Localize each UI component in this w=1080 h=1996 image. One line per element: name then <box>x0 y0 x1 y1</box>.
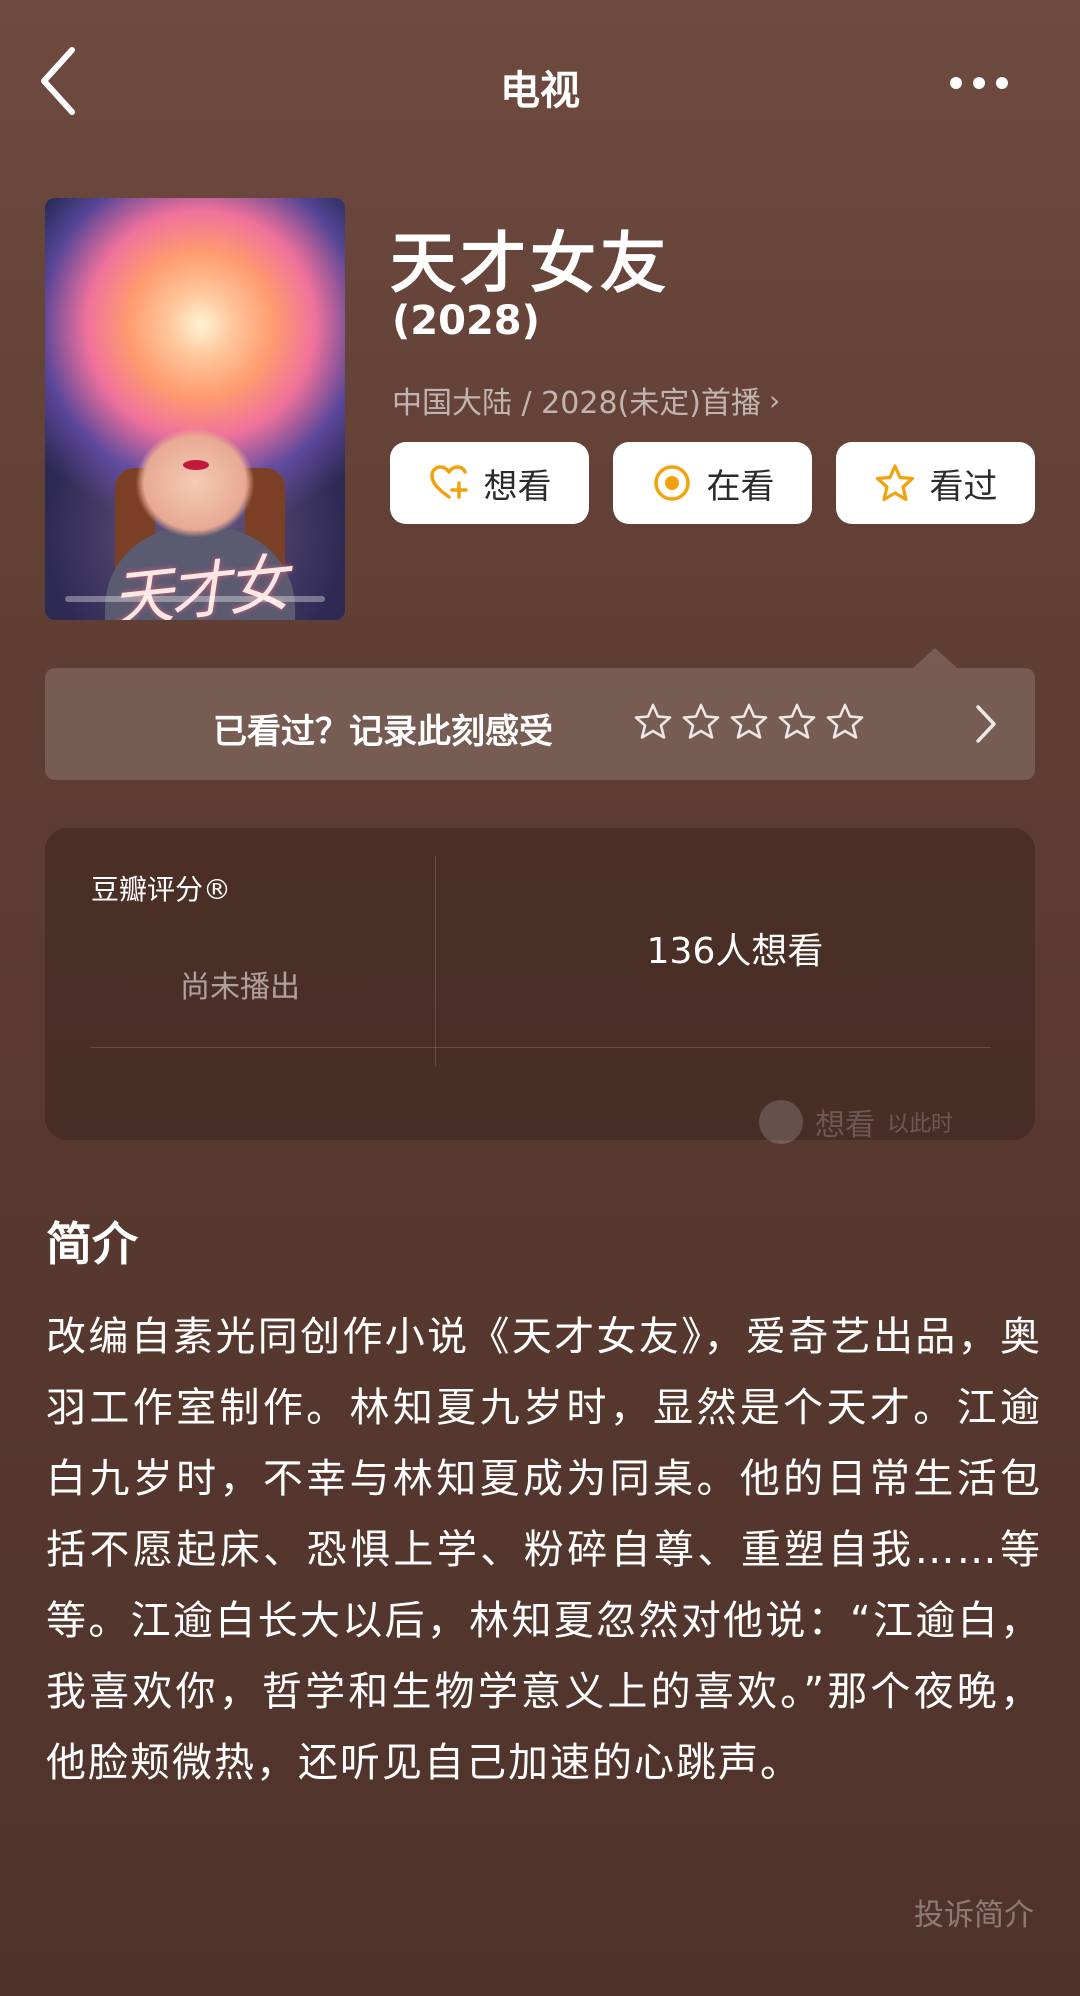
divider <box>91 1047 991 1048</box>
poster-image[interactable]: 天才女友 <box>45 198 345 620</box>
want-to-watch-label: 想看 <box>483 466 552 507</box>
record-bar-pointer <box>913 648 957 668</box>
rating-card: 豆瓣评分® 尚未播出 136人想看 想看 以此时 <box>45 828 1035 1144</box>
record-feeling-text: 已看过？记录此刻感受 <box>213 712 553 752</box>
friends-want-row[interactable]: 想看 以此时 <box>759 1100 953 1144</box>
action-buttons: 想看 在看 看过 <box>390 442 1035 524</box>
heart-plus-icon <box>429 465 468 499</box>
douban-rating-label: 豆瓣评分® <box>91 873 232 906</box>
poster-lips <box>183 460 209 470</box>
more-button[interactable] <box>950 68 1020 98</box>
page-title: 电视 <box>500 68 580 114</box>
star-outline-icon[interactable] <box>729 702 769 742</box>
friends-want-text: 想看 <box>815 1108 875 1143</box>
target-circle-icon <box>653 465 690 501</box>
star-icon <box>875 464 914 502</box>
more-dots-icon <box>973 77 985 89</box>
record-feeling-bar[interactable]: 已看过？记录此刻感受 <box>45 668 1035 780</box>
star-outline-icon[interactable] <box>633 702 673 742</box>
want-count[interactable]: 136人想看 <box>435 922 1035 974</box>
avatar <box>759 1100 803 1144</box>
watching-label: 在看 <box>706 466 775 507</box>
more-dots-icon <box>950 77 962 89</box>
show-title: 天才女友 <box>390 225 670 302</box>
friends-want-sub: 以此时 <box>887 1112 954 1137</box>
top-bar: 电视 <box>0 0 1080 165</box>
show-meta-link[interactable]: 中国大陆 / 2028(未定)首播 › <box>392 378 780 422</box>
synopsis-title: 简介 <box>46 1217 138 1271</box>
watched-label: 看过 <box>929 466 998 507</box>
star-outline-icon[interactable] <box>825 702 865 742</box>
watched-button[interactable]: 看过 <box>836 442 1035 524</box>
want-to-watch-button[interactable]: 想看 <box>390 442 589 524</box>
more-dots-icon <box>996 77 1008 89</box>
show-meta-text: 中国大陆 / 2028(未定)首播 <box>392 386 761 421</box>
star-outline-icon[interactable] <box>777 702 817 742</box>
star-rating[interactable] <box>633 702 865 742</box>
rating-status: 尚未播出 <box>180 970 300 1005</box>
star-outline-icon[interactable] <box>681 702 721 742</box>
chevron-right-icon <box>976 705 996 743</box>
chevron-right-icon: › <box>768 383 781 417</box>
poster-caption <box>65 596 325 602</box>
poster-face <box>135 428 255 538</box>
synopsis-body: 改编自素光同创作小说《天才女友》，爱奇艺出品，奥羽工作室制作。林知夏九岁时，显然… <box>46 1314 1042 1786</box>
show-year: (2028) <box>392 298 540 344</box>
watching-button[interactable]: 在看 <box>613 442 812 524</box>
report-synopsis-link[interactable]: 投诉简介 <box>914 1890 1034 1934</box>
